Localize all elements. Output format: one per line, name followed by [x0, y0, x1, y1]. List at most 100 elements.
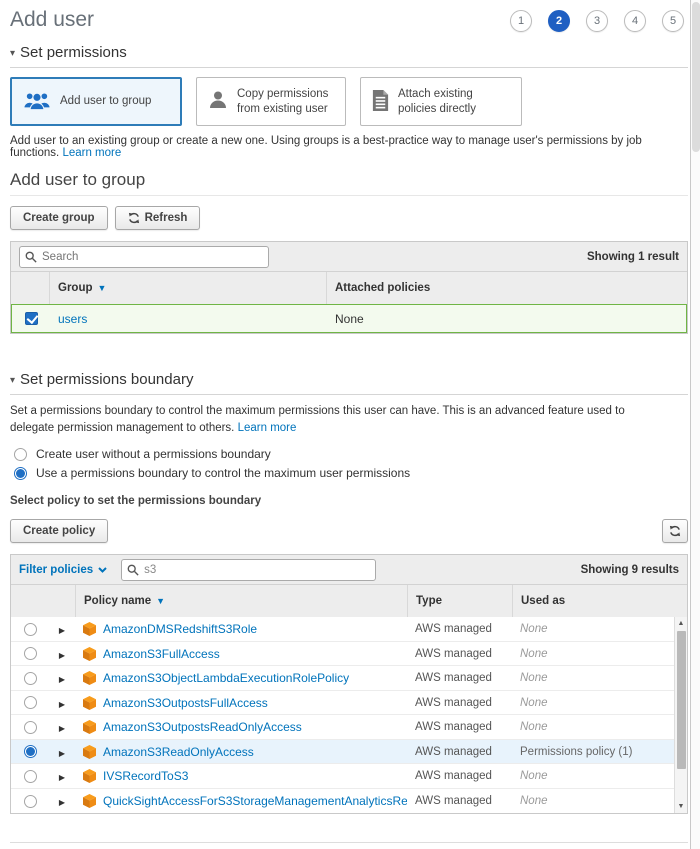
- scrollbar-thumb[interactable]: [677, 631, 686, 769]
- policy-row[interactable]: ▶ QuickSightAccessForS3StorageManagement…: [11, 789, 674, 814]
- policy-name-link[interactable]: QuickSightAccessForS3StorageManagementAn…: [103, 794, 407, 808]
- option-use-boundary[interactable]: Use a permissions boundary to control th…: [10, 466, 688, 480]
- policy-radio[interactable]: [24, 795, 37, 808]
- policy-type: AWS managed: [407, 721, 512, 733]
- policy-name-link[interactable]: AmazonS3ReadOnlyAccess: [103, 745, 254, 759]
- step-3[interactable]: 3: [586, 10, 608, 32]
- permissions-boundary-section-header[interactable]: ▾Set permissions boundary: [10, 371, 688, 395]
- expand-arrow-icon[interactable]: ▶: [59, 675, 65, 684]
- policy-radio-selected[interactable]: [24, 745, 37, 758]
- policy-cube-icon: [83, 647, 96, 661]
- filter-policies-dropdown[interactable]: Filter policies: [19, 564, 107, 576]
- create-policy-button[interactable]: Create policy: [10, 519, 108, 543]
- policies-toolbar: Filter policies Showing 9 results: [11, 555, 687, 585]
- wizard-header: Add user 1 2 3 4 5: [10, 0, 688, 32]
- group-actions: Create group Refresh: [10, 206, 688, 230]
- policy-used-as: None: [512, 672, 674, 684]
- page-title: Add user: [10, 8, 94, 32]
- group-checkbox-checked[interactable]: [25, 312, 38, 325]
- expand-arrow-icon[interactable]: ▶: [59, 651, 65, 660]
- step-2-active[interactable]: 2: [548, 10, 570, 32]
- policies-search-input[interactable]: [121, 559, 376, 581]
- expand-arrow-icon[interactable]: ▶: [59, 724, 65, 733]
- policy-used-as: None: [512, 648, 674, 660]
- search-icon: [25, 251, 37, 263]
- radio-unselected[interactable]: [14, 448, 27, 461]
- learn-more-link[interactable]: Learn more: [238, 422, 297, 434]
- policy-row[interactable]: ▶ AmazonS3ObjectLambdaExecutionRolePolic…: [11, 666, 674, 691]
- page-scrollbar[interactable]: [690, 0, 700, 849]
- card-copy-permissions[interactable]: Copy permissions from existing user: [196, 77, 346, 126]
- expand-arrow-icon[interactable]: ▶: [59, 773, 65, 782]
- radio-selected[interactable]: [14, 467, 27, 480]
- policy-row[interactable]: ▶ AmazonS3OutpostsReadOnlyAccess AWS man…: [11, 715, 674, 740]
- sort-desc-icon: ▼: [98, 283, 107, 293]
- policy-used-as: None: [512, 770, 674, 782]
- sort-desc-icon: ▼: [156, 596, 165, 606]
- learn-more-link[interactable]: Learn more: [62, 147, 121, 159]
- policy-type: AWS managed: [407, 623, 512, 635]
- page-scrollbar-thumb[interactable]: [692, 2, 700, 152]
- step-5[interactable]: 5: [662, 10, 684, 32]
- refresh-policies-button[interactable]: [662, 519, 688, 543]
- select-policy-label: Select policy to set the permissions bou…: [10, 495, 688, 507]
- set-permissions-section-header[interactable]: ▾ Set permissions: [10, 44, 688, 68]
- policy-radio[interactable]: [24, 696, 37, 709]
- policy-row[interactable]: ▶ AmazonDMSRedshiftS3Role AWS managed No…: [11, 617, 674, 642]
- policy-cube-icon: [83, 769, 96, 783]
- step-4[interactable]: 4: [624, 10, 646, 32]
- permissions-boundary-description: Set a permissions boundary to control th…: [10, 403, 650, 436]
- select-all-column: [11, 272, 49, 304]
- scroll-up-icon[interactable]: ▲: [675, 617, 687, 630]
- policy-name-link[interactable]: IVSRecordToS3: [103, 769, 188, 783]
- option-without-boundary[interactable]: Create user without a permissions bounda…: [10, 447, 688, 461]
- groups-table-header: Group ▼ Attached policies: [11, 272, 687, 304]
- policy-cube-icon: [83, 696, 96, 710]
- policy-used-as: None: [512, 623, 674, 635]
- step-1[interactable]: 1: [510, 10, 532, 32]
- expand-arrow-icon[interactable]: ▶: [59, 700, 65, 709]
- policy-row-selected[interactable]: ▶ AmazonS3ReadOnlyAccess AWS managed Per…: [11, 740, 674, 765]
- card-attach-policies[interactable]: Attach existing policies directly: [360, 77, 522, 126]
- policy-radio[interactable]: [24, 721, 37, 734]
- policy-cube-icon: [83, 720, 96, 734]
- group-row-users[interactable]: users None: [11, 304, 687, 333]
- expand-arrow-icon[interactable]: ▶: [59, 626, 65, 635]
- policy-cube-icon: [83, 622, 96, 636]
- groups-search-input[interactable]: [19, 246, 269, 268]
- card-label: Copy permissions from existing user: [237, 87, 335, 116]
- policy-radio[interactable]: [24, 647, 37, 660]
- policy-name-link[interactable]: AmazonS3ObjectLambdaExecutionRolePolicy: [103, 671, 349, 685]
- policies-scrollbar[interactable]: ▲ ▼: [674, 617, 687, 813]
- card-label: Add user to group: [60, 94, 151, 108]
- policy-name-link[interactable]: AmazonS3FullAccess: [103, 647, 220, 661]
- scroll-down-icon[interactable]: ▼: [675, 800, 687, 813]
- policy-row[interactable]: ▶ AmazonS3OutpostsFullAccess AWS managed…: [11, 691, 674, 716]
- policy-name-link[interactable]: AmazonS3OutpostsReadOnlyAccess: [103, 720, 302, 734]
- policy-radio[interactable]: [24, 672, 37, 685]
- expand-arrow-icon[interactable]: ▶: [59, 749, 65, 758]
- collapse-caret-icon: ▾: [10, 48, 15, 59]
- expand-arrow-icon[interactable]: ▶: [59, 798, 65, 807]
- policy-name-column-header[interactable]: Policy name ▼: [75, 585, 407, 617]
- groups-result-count: Showing 1 result: [587, 251, 679, 263]
- wizard-footer: Cancel Previous Next: Tags: [10, 842, 688, 849]
- card-add-user-to-group[interactable]: Add user to group: [10, 77, 182, 126]
- policies-table-body: ▶ AmazonDMSRedshiftS3Role AWS managed No…: [11, 617, 687, 813]
- expand-column: [49, 585, 75, 617]
- create-group-button[interactable]: Create group: [10, 206, 108, 230]
- groups-toolbar: Showing 1 result: [11, 242, 687, 272]
- policy-name-link[interactable]: AmazonS3OutpostsFullAccess: [103, 696, 268, 710]
- policy-radio[interactable]: [24, 770, 37, 783]
- policy-row[interactable]: ▶ IVSRecordToS3 AWS managed None: [11, 764, 674, 789]
- policy-radio[interactable]: [24, 623, 37, 636]
- policy-name-link[interactable]: AmazonDMSRedshiftS3Role: [103, 622, 257, 636]
- policy-row[interactable]: ▶ AmazonS3FullAccess AWS managed None: [11, 642, 674, 667]
- refresh-button[interactable]: Refresh: [115, 206, 201, 230]
- group-column-header[interactable]: Group ▼: [49, 272, 326, 304]
- card-label: Attach existing policies directly: [398, 87, 511, 116]
- chevron-down-icon: [98, 567, 107, 573]
- set-permissions-heading: Set permissions: [20, 44, 127, 61]
- collapse-caret-icon: ▾: [10, 375, 15, 386]
- group-name-link[interactable]: users: [58, 312, 87, 326]
